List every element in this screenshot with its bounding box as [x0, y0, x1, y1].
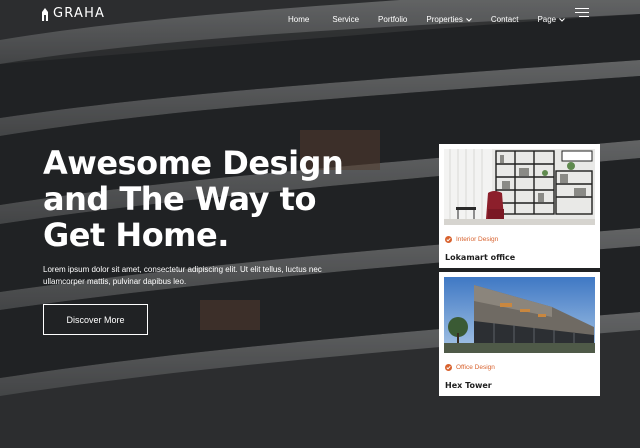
nav-item-label: Service	[332, 15, 360, 24]
card-category: Interior Design	[445, 236, 498, 243]
hero-headline: Awesome Design and The Way to Get Home.	[43, 145, 373, 253]
hero-description: Lorem ipsum dolor sit amet, consectetur …	[43, 265, 322, 286]
nav-item-label: Properties	[426, 15, 463, 24]
nav-item-service[interactable]: Service	[332, 15, 359, 24]
nav-item-label: Page	[537, 15, 557, 24]
nav-item-label: Home	[288, 15, 310, 24]
card-category-label: Interior Design	[456, 236, 499, 243]
discover-more-button[interactable]: Discover More	[43, 304, 148, 335]
building-logo-icon	[42, 7, 48, 21]
nav-item-label: Portfolio	[378, 15, 408, 24]
project-card-lokamart[interactable]: Interior Design Lokamart office	[439, 144, 600, 268]
hero-headline-line: Awesome Design	[43, 144, 344, 182]
check-circle-icon	[445, 236, 452, 243]
hamburger-menu-icon[interactable]	[575, 8, 589, 17]
card-category-label: Office Design	[456, 364, 495, 371]
hero-headline-line: and The Way to	[43, 180, 316, 218]
nav-item-properties[interactable]: Properties	[426, 15, 472, 24]
nav-item-label: Contact	[490, 15, 519, 24]
nav-item-portfolio[interactable]: Portfolio	[378, 15, 407, 24]
main-nav: Home Service Portfolio Properties Contac…	[288, 15, 565, 24]
nav-item-contact[interactable]: Contact	[491, 15, 519, 24]
nav-item-home[interactable]: Home	[288, 15, 309, 24]
chevron-down-icon	[466, 17, 472, 22]
card-title: Lokamart office	[445, 253, 516, 262]
card-category: Office Design	[445, 364, 495, 371]
chevron-down-icon	[559, 17, 565, 22]
modern-building-exterior-image	[444, 277, 595, 353]
hero-headline-line: Get Home.	[43, 216, 229, 254]
project-card-hex-tower[interactable]: Office Design Hex Tower	[439, 272, 600, 396]
interior-living-room-image	[444, 149, 595, 225]
brand-logo[interactable]: GRAHA	[40, 6, 105, 21]
brand-name: GRAHA	[53, 6, 106, 21]
card-title: Hex Tower	[445, 381, 492, 390]
nav-item-page[interactable]: Page	[537, 15, 565, 24]
check-circle-icon	[445, 364, 452, 371]
